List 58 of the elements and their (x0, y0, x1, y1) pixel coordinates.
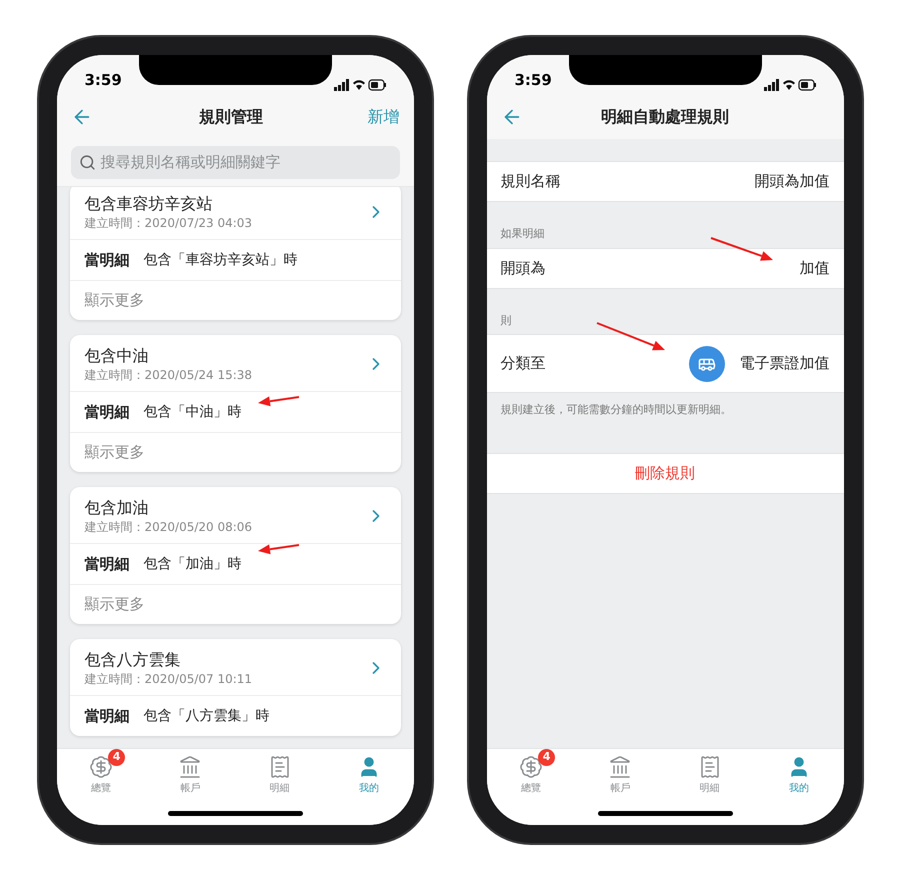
delete-button[interactable]: 刪除規則 (486, 452, 844, 494)
created-time: 建立時間：2020/05/24 15:38 (84, 367, 254, 383)
status-icons (334, 79, 386, 91)
setting-row[interactable]: 分類至 電子票證加值 (486, 334, 844, 393)
notification-badge: 4 (538, 748, 556, 766)
annotation-arrow (258, 544, 300, 554)
bank-icon (608, 754, 632, 778)
tab[interactable]: 我的 (754, 749, 844, 801)
search-icon (78, 154, 96, 171)
annotation-arrow (258, 396, 300, 406)
status-time: 3:59 (514, 70, 552, 90)
section-label: 則 (500, 312, 512, 328)
created-time: 建立時間：2020/05/20 08:06 (84, 519, 254, 535)
rule-title: 包含加油 (84, 497, 150, 519)
rule-title: 包含中油 (84, 345, 150, 367)
add-button[interactable]: 新增 (368, 105, 400, 129)
notification-badge: 4 (108, 748, 126, 766)
rule-card[interactable]: 包含車容坊辛亥站 建立時間：2020/07/23 04:03 當明細 包含「車容坊辛亥站」時 顯示更多 (70, 187, 400, 320)
rule-title: 包含車容坊辛亥站 (84, 193, 214, 215)
created-time: 建立時間：2020/07/23 04:03 (84, 215, 254, 231)
rule-card[interactable]: 包含中油 建立時間：2020/05/24 15:38 當明細 包含「中油」時 顯示更多 (70, 335, 400, 472)
condition-text: 包含「加油」時 (144, 554, 242, 574)
bus-icon (688, 346, 724, 382)
screen-title: 明細自動處理規則 (600, 106, 730, 128)
created-time: 建立時間：2020/05/07 10:11 (84, 671, 254, 687)
bank-icon (178, 754, 202, 778)
note-text: 規則建立後，可能需數分鐘的時間以更新明細。 (500, 402, 732, 418)
condition-label: 當明細 (84, 250, 130, 271)
condition-text: 包含「車容坊辛亥站」時 (144, 250, 298, 270)
screen-title: 規則管理 (198, 106, 264, 128)
show-more-link[interactable]: 顯示更多 (84, 289, 144, 312)
search-field[interactable]: 搜尋規則名稱或明細關鍵字 (70, 146, 400, 179)
tab[interactable]: 帳戶 (576, 749, 665, 801)
status-icons (764, 79, 816, 91)
rule-card[interactable]: 包含八方雲集 建立時間：2020/05/07 10:11 當明細 包含「八方雲集」時 (70, 639, 400, 736)
setting-row[interactable]: 規則名稱 開頭為加值 (486, 161, 844, 202)
condition-label: 當明細 (84, 554, 130, 575)
condition-label: 當明細 (84, 402, 130, 423)
status-time: 3:59 (84, 70, 122, 90)
tab[interactable]: 明細 (665, 749, 754, 801)
setting-row[interactable]: 開頭為 加值 (486, 248, 844, 288)
show-more-link[interactable]: 顯示更多 (84, 441, 144, 464)
dollar-icon (519, 754, 544, 778)
dollar-icon (89, 754, 114, 778)
rule-card[interactable]: 包含加油 建立時間：2020/05/20 08:06 當明細 包含「加油」時 顯示更多 (70, 487, 400, 624)
annotation-arrow (710, 237, 773, 261)
tab[interactable]: 我的 (324, 749, 414, 801)
annotation-arrow (596, 322, 665, 350)
tab[interactable]: 4 總覽 (486, 749, 576, 801)
tab[interactable]: 帳戶 (146, 749, 235, 801)
condition-text: 包含「中油」時 (144, 402, 242, 422)
condition-text: 包含「八方雲集」時 (144, 706, 270, 726)
rule-title: 包含八方雲集 (84, 649, 182, 671)
tab[interactable]: 4 總覽 (56, 749, 146, 801)
tab[interactable]: 明細 (235, 749, 324, 801)
section-label: 如果明細 (500, 226, 546, 242)
condition-label: 當明細 (84, 706, 130, 727)
show-more-link[interactable]: 顯示更多 (84, 593, 144, 616)
